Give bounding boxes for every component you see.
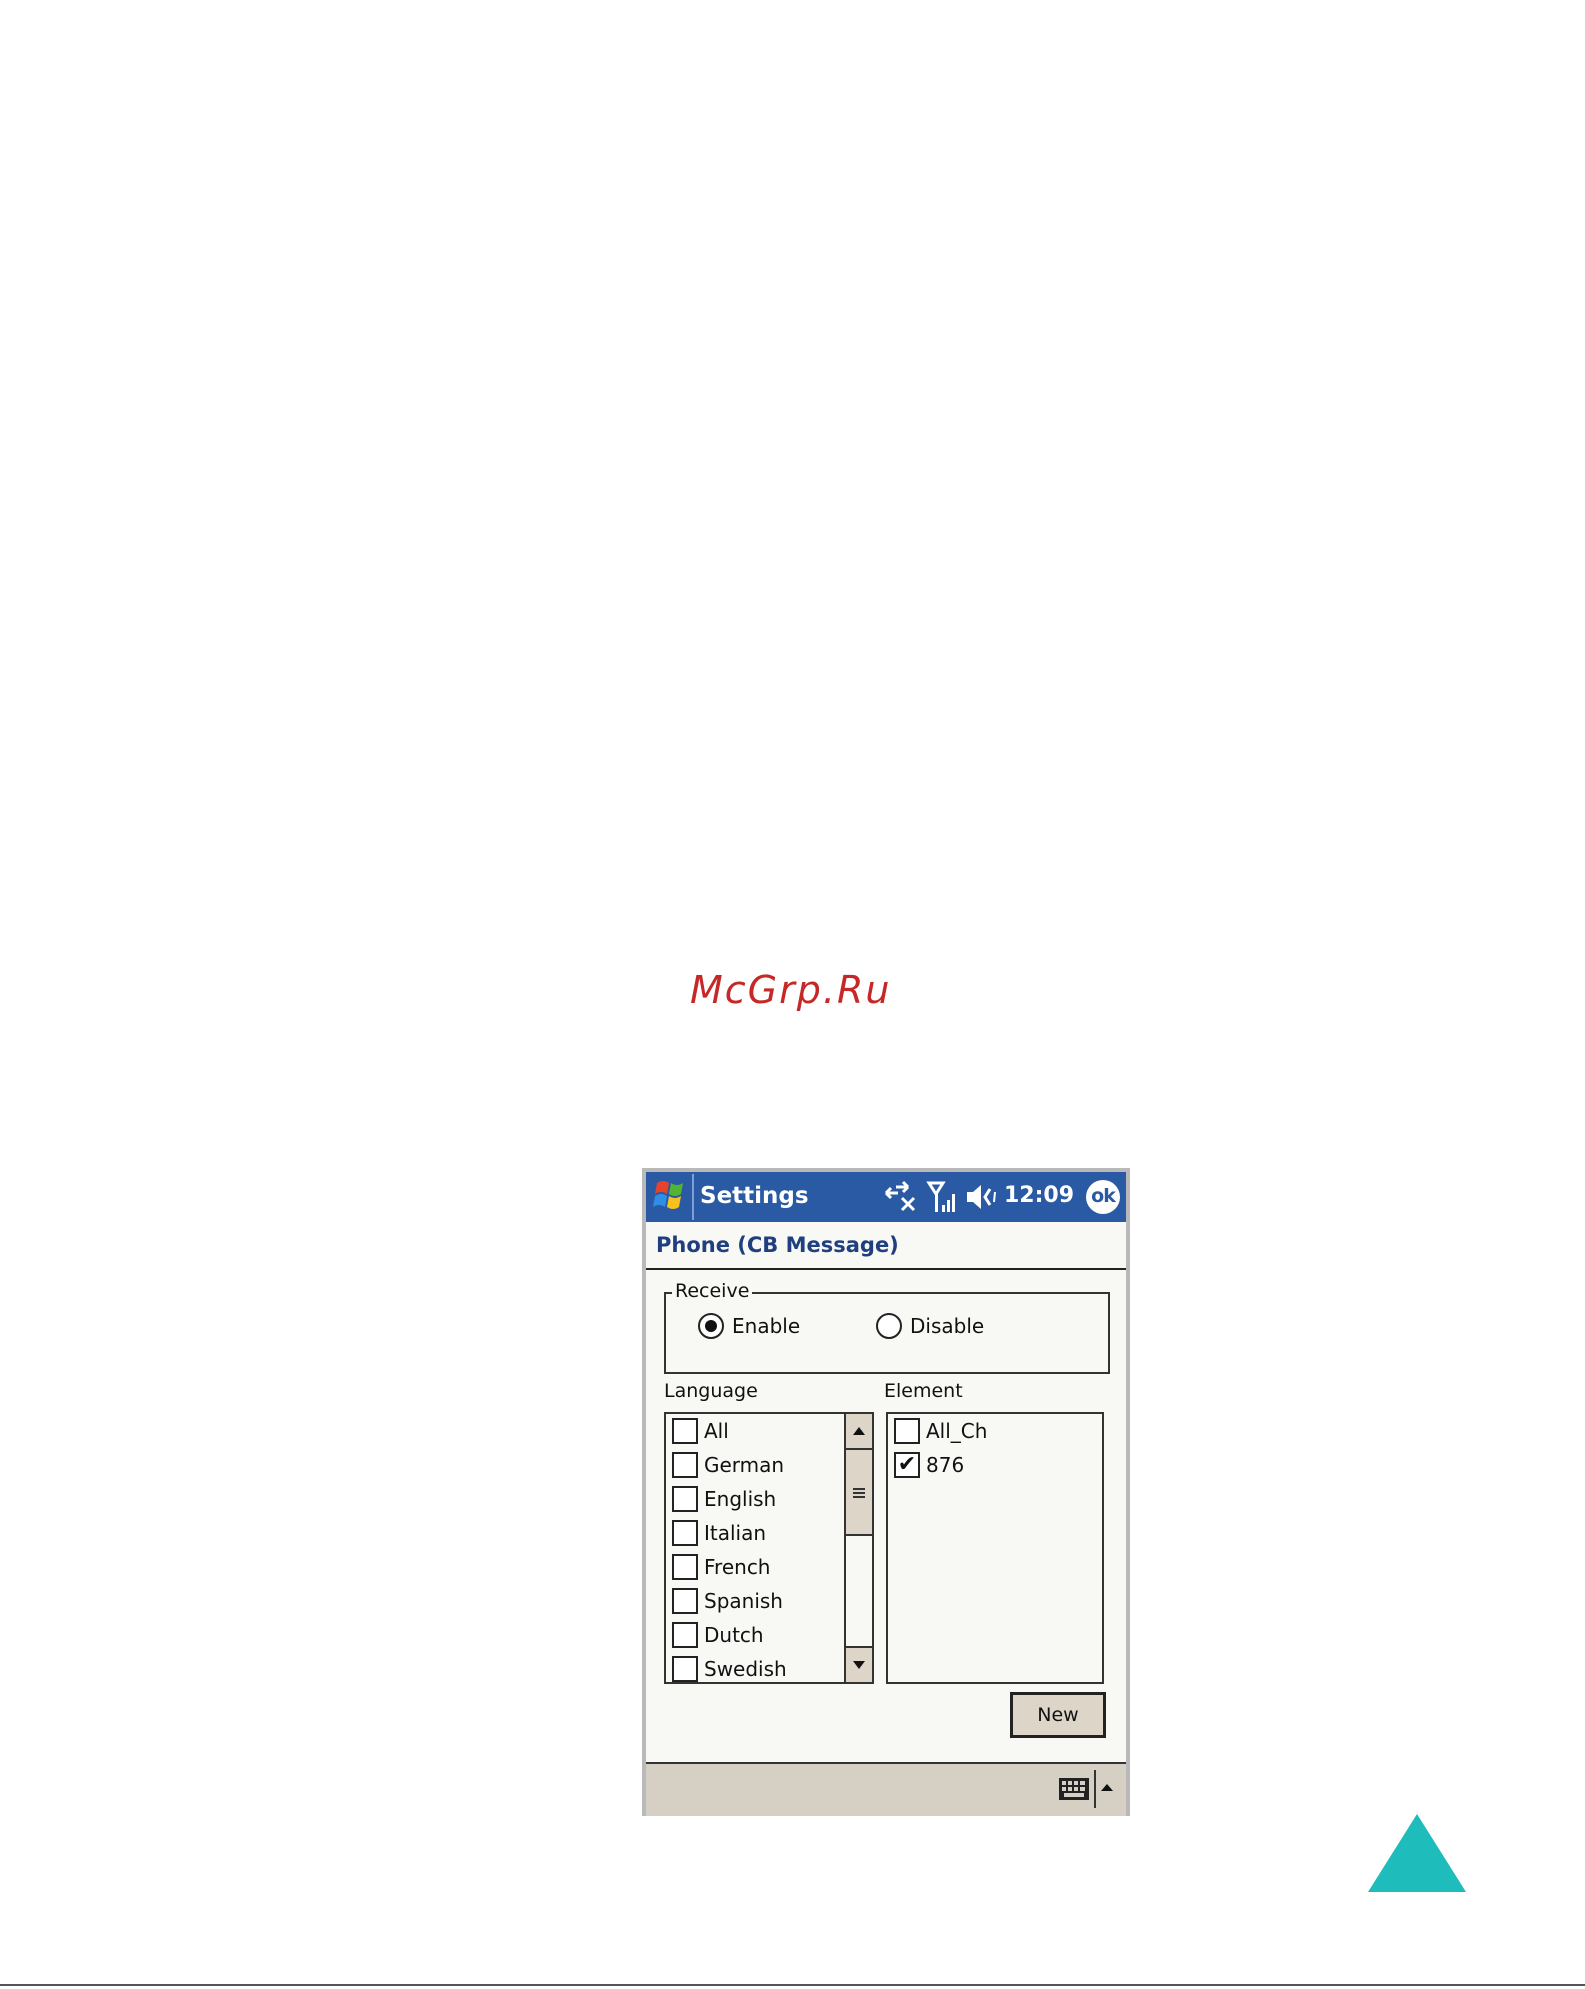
language-item-label: English	[704, 1487, 777, 1511]
checkbox-icon[interactable]	[672, 1622, 698, 1648]
checkbox-checked-icon[interactable]: ✔	[894, 1452, 920, 1478]
new-button[interactable]: New	[1010, 1692, 1106, 1738]
element-item-label: 876	[926, 1453, 965, 1477]
language-item-french[interactable]: French	[672, 1552, 770, 1582]
language-item-label: French	[704, 1555, 771, 1579]
ok-button[interactable]: ok	[1086, 1180, 1120, 1214]
language-scrollbar[interactable]	[844, 1414, 872, 1682]
language-item-label: German	[704, 1453, 785, 1477]
connectivity-icon[interactable]	[882, 1178, 922, 1216]
page-up-triangle-icon[interactable]	[1368, 1814, 1466, 1892]
phone-screen: Settings 12:09 ok Phone (CB Message) Rec…	[642, 1168, 1130, 1816]
receive-groupbox: Receive Enable Disable	[664, 1280, 1110, 1374]
element-item-all-ch[interactable]: All_Ch	[894, 1416, 987, 1446]
language-item-label: All	[704, 1419, 729, 1443]
language-item-dutch[interactable]: Dutch	[672, 1620, 764, 1650]
windows-start-icon[interactable]	[648, 1174, 694, 1220]
title-bar: Settings 12:09 ok	[646, 1172, 1126, 1222]
menu-bar	[646, 1762, 1126, 1816]
keyboard-icon[interactable]	[1058, 1776, 1090, 1802]
disable-radio[interactable]: Disable	[876, 1310, 984, 1342]
element-list[interactable]: All_Ch ✔ 876	[886, 1412, 1104, 1684]
language-item-german[interactable]: German	[672, 1450, 784, 1480]
radio-unselected-icon[interactable]	[876, 1313, 902, 1339]
page-title: Phone (CB Message)	[656, 1233, 899, 1257]
disable-radio-label: Disable	[910, 1314, 985, 1338]
checkbox-icon[interactable]	[672, 1656, 698, 1682]
checkbox-icon[interactable]	[672, 1486, 698, 1512]
input-panel-arrow-icon[interactable]	[1094, 1770, 1118, 1808]
signal-icon[interactable]	[926, 1178, 960, 1216]
element-item-label: All_Ch	[926, 1419, 988, 1443]
window-title: Settings	[700, 1183, 809, 1209]
language-item-swedish[interactable]: Swedish	[672, 1654, 787, 1682]
language-item-label: Swedish	[704, 1657, 787, 1681]
enable-radio[interactable]: Enable	[698, 1310, 800, 1342]
volume-muted-icon[interactable]	[964, 1178, 1000, 1216]
scroll-down-arrow-icon[interactable]	[846, 1646, 872, 1682]
language-item-label: Italian	[704, 1521, 767, 1545]
clock-time[interactable]: 12:09	[1004, 1183, 1074, 1208]
language-item-label: Spanish	[704, 1589, 783, 1613]
language-item-italian[interactable]: Italian	[672, 1518, 766, 1548]
scroll-thumb[interactable]	[846, 1450, 872, 1536]
element-label: Element	[884, 1380, 963, 1402]
language-label: Language	[664, 1380, 758, 1402]
checkbox-icon[interactable]	[672, 1418, 698, 1444]
radio-selected-icon[interactable]	[698, 1313, 724, 1339]
checkbox-icon[interactable]	[672, 1588, 698, 1614]
watermark-text: McGrp.Ru	[690, 968, 892, 1012]
enable-radio-label: Enable	[732, 1314, 801, 1338]
scroll-up-arrow-icon[interactable]	[846, 1414, 872, 1450]
language-list[interactable]: All German English Italian French Spanis…	[664, 1412, 874, 1684]
checkbox-icon[interactable]	[672, 1452, 698, 1478]
receive-label: Receive	[672, 1280, 753, 1302]
element-item-876[interactable]: ✔ 876	[894, 1450, 964, 1480]
checkbox-icon[interactable]	[672, 1554, 698, 1580]
checkbox-icon[interactable]	[894, 1418, 920, 1444]
grip-icon	[853, 1488, 865, 1498]
language-item-english[interactable]: English	[672, 1484, 776, 1514]
checkbox-icon[interactable]	[672, 1520, 698, 1546]
language-item-spanish[interactable]: Spanish	[672, 1586, 783, 1616]
language-item-all[interactable]: All	[672, 1416, 729, 1446]
page-divider	[0, 1984, 1585, 1986]
language-item-label: Dutch	[704, 1623, 764, 1647]
page-header: Phone (CB Message)	[646, 1222, 1126, 1270]
